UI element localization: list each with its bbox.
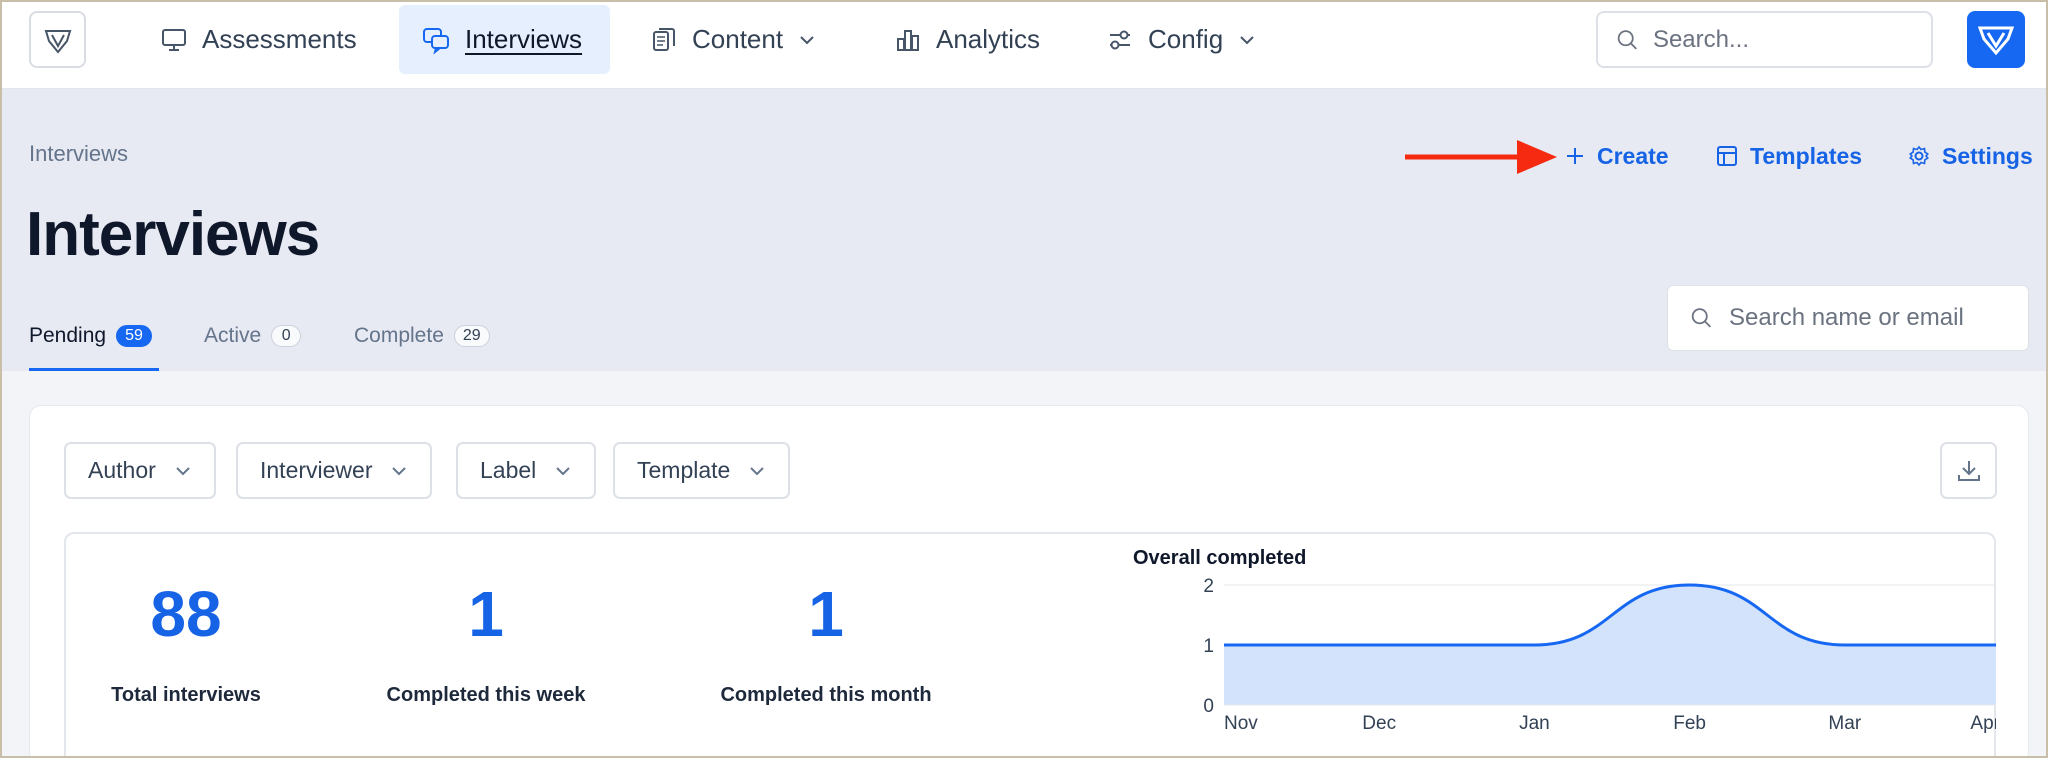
monitor-icon [162,28,186,51]
chart-y-tick-label: 2 [1203,576,1214,597]
chevron-down-icon [556,466,570,475]
chevron-down-icon [750,466,765,475]
page-title: Interviews [26,200,320,269]
search-icon [1691,308,1711,328]
create-button[interactable]: Create [1565,129,1669,183]
shield-logo-icon [44,29,71,54]
search-icon [1617,29,1637,49]
stats-panel: 88 Total interviews 1 Completed this wee… [64,532,1996,758]
chart-y-tick-label: 0 [1203,696,1214,717]
tab-active[interactable]: Active 0 [204,301,302,371]
documents-icon [653,27,675,51]
tab-complete-label: Complete [354,324,444,347]
chevron-down-icon [176,466,190,475]
filter-author-label: Author [88,457,156,483]
create-label: Create [1597,142,1669,169]
stat-value: 88 [150,578,222,650]
filter-label-label: Label [480,457,537,483]
global-search[interactable] [1596,11,1933,68]
stat-label: Completed this week [386,684,586,706]
chart-x-tick-label: Dec [1362,713,1396,734]
nav-content-label: Content [692,24,784,54]
filter-interviewer[interactable]: Interviewer [236,442,433,499]
chart-x-tick-label: Apr [1970,713,1996,734]
overall-completed-chart: 0 1 2 Nov Dec Jan Feb Mar Apr [1203,576,1996,734]
download-icon [1957,460,1980,481]
chart-x-tick-label: Feb [1673,713,1706,734]
settings-button[interactable]: Settings [1908,129,2033,183]
settings-label: Settings [1942,142,2033,169]
stat-completed-week: 1 Completed this week [366,582,606,707]
stat-label: Total interviews [111,684,261,706]
tab-complete-count: 29 [453,325,490,347]
filter-interviewer-label: Interviewer [260,457,373,483]
chat-bubbles-icon [423,27,449,55]
templates-label: Templates [1750,142,1863,169]
filter-template-label: Template [637,457,731,483]
chart-title: Overall completed [1133,547,1307,569]
breadcrumb[interactable]: Interviews [29,141,128,167]
page-header: Interviews Interviews Create Templates S… [0,89,2048,371]
filter-template[interactable]: Template [613,442,791,499]
nav-content[interactable]: Content [628,5,839,74]
interviews-card: Author Interviewer Label Template 88 Tot… [29,405,2029,758]
stat-completed-month: 1 Completed this month [696,582,956,707]
nav-analytics-label: Analytics [936,24,1041,54]
name-email-search[interactable] [1667,285,2029,351]
tab-active-count: 0 [271,325,302,347]
stat-value: 1 [808,578,844,650]
nav-interviews[interactable]: Interviews [399,5,610,74]
chart-x-tick-label: Jan [1519,713,1550,734]
chart-y-tick-label: 1 [1203,636,1214,657]
plus-icon [1567,148,1583,164]
filter-author[interactable]: Author [64,442,216,499]
nav-interviews-label: Interviews [465,24,583,54]
tab-active-label: Active [204,324,262,347]
tab-complete[interactable]: Complete 29 [354,301,490,371]
nav-assessments[interactable]: Assessments [138,5,379,74]
nav-analytics[interactable]: Analytics [872,5,1062,74]
layout-icon [1717,146,1737,166]
stat-label: Completed this month [720,684,932,706]
download-button[interactable] [1940,442,1997,499]
filter-label[interactable]: Label [456,442,597,499]
nav-assessments-label: Assessments [202,24,357,54]
brand-logo-icon [1978,26,2014,55]
top-navigation: Assessments Interviews Content Analytics [0,0,2048,89]
nav-config-label: Config [1148,24,1224,54]
name-email-search-input[interactable] [1729,304,2028,332]
chart-x-tick-label: Mar [1828,713,1861,734]
gear-icon [1908,145,1930,167]
stat-value: 1 [468,578,504,650]
chevron-down-icon [392,466,407,475]
chart-x-tick-label: Nov [1224,713,1258,734]
global-search-input[interactable] [1652,25,1931,54]
templates-button[interactable]: Templates [1716,129,1862,183]
chevron-down-icon [1240,35,1254,44]
account-menu-button[interactable] [1967,11,2025,68]
bar-chart-icon [897,29,919,51]
tab-pending-count: 59 [116,325,152,347]
tab-pending-label: Pending [29,324,107,347]
chevron-down-icon [800,35,814,44]
logo-button[interactable] [29,11,86,68]
nav-config[interactable]: Config [1084,5,1279,74]
tab-pending[interactable]: Pending 59 [29,301,159,371]
sliders-icon [1110,30,1130,49]
stat-total-interviews: 88 Total interviews [86,582,286,707]
annotation-arrow [1405,140,1557,174]
